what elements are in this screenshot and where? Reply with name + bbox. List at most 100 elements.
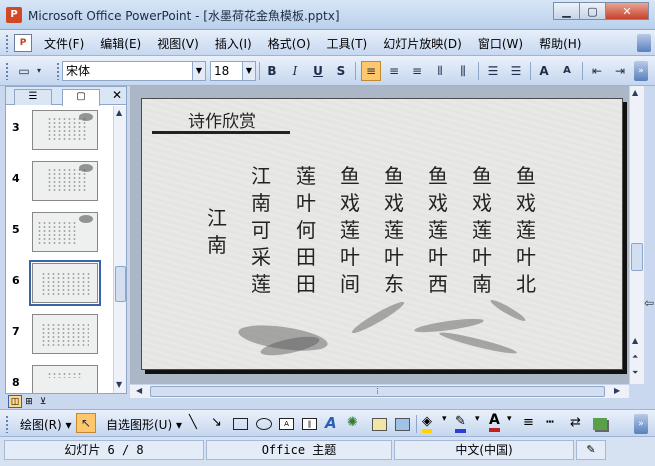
toolbar-options-chevron[interactable]: » xyxy=(634,414,648,434)
slides-tab-icon[interactable]: ▢ xyxy=(62,89,100,106)
slide-preview[interactable] xyxy=(32,110,98,150)
language-status[interactable]: 中文(中国) xyxy=(394,440,574,460)
slide-preview[interactable] xyxy=(32,365,98,393)
maximize-button[interactable]: ▢ xyxy=(579,2,606,20)
normal-view-icon[interactable]: ◫ xyxy=(8,395,22,408)
vertical-textbox-icon[interactable]: ‖ xyxy=(302,418,317,430)
current-slide[interactable]: 诗作欣赏 江南 江南可采莲 莲叶何田田 鱼戏莲叶间 鱼戏莲叶东 鱼戏莲叶西 鱼戏… xyxy=(141,98,623,370)
slide-preview[interactable] xyxy=(32,161,98,201)
toolbar-options-chevron[interactable]: » xyxy=(634,61,648,81)
decrease-font-button[interactable]: A xyxy=(557,61,577,81)
poem-column[interactable]: 鱼戏莲叶西 xyxy=(426,163,450,298)
poem-column[interactable]: 鱼戏莲叶间 xyxy=(338,163,362,298)
poem-title[interactable]: 江南 xyxy=(205,205,229,259)
poem-column[interactable]: 莲叶何田田 xyxy=(294,163,318,298)
previous-slide-icon[interactable]: ⏶ xyxy=(632,352,638,362)
increase-indent-icon[interactable]: ⇥ xyxy=(610,61,630,81)
align-right-icon[interactable]: ≡ xyxy=(407,61,427,81)
scroll-down-icon[interactable]: ▼ xyxy=(116,380,122,389)
bold-button[interactable]: B xyxy=(262,61,282,81)
toolbar-gripper-2[interactable] xyxy=(56,62,60,80)
scroll-up-icon[interactable]: ▲ xyxy=(632,336,638,345)
bullets-icon[interactable]: ☰ xyxy=(506,61,526,81)
poem-column[interactable]: 江南可采莲 xyxy=(249,163,273,298)
menu-window[interactable]: 窗口(W) xyxy=(478,35,523,52)
editor-vertical-scrollbar[interactable]: ▲ ▲ ⏶ ⏷ xyxy=(629,86,644,384)
font-color-icon[interactable]: A xyxy=(489,412,500,432)
slide-thumbnail[interactable]: 5 xyxy=(6,210,112,256)
pane-resize-icon[interactable]: ⇦ xyxy=(644,296,654,310)
theme-status[interactable]: Office 主题 xyxy=(206,440,392,460)
font-size-combo[interactable]: 18 ▼ xyxy=(210,61,256,81)
picture-icon[interactable] xyxy=(395,418,410,431)
toolbar-gripper[interactable] xyxy=(5,62,9,80)
rectangle-icon[interactable] xyxy=(233,418,248,430)
scroll-up-icon[interactable]: ▲ xyxy=(632,88,638,97)
numbering-icon[interactable]: ☰ xyxy=(483,61,503,81)
slide-sorter-icon[interactable]: ⊞ xyxy=(22,395,36,408)
menu-file[interactable]: 文件(F) xyxy=(44,35,84,52)
scroll-left-icon[interactable]: ◀ xyxy=(136,386,142,395)
menu-format[interactable]: 格式(O) xyxy=(268,35,311,52)
underline-button[interactable]: U xyxy=(308,61,328,81)
shadow-style-icon[interactable] xyxy=(593,418,607,430)
oval-icon[interactable] xyxy=(256,418,272,430)
slide-preview[interactable] xyxy=(32,314,98,354)
document-icon[interactable]: P xyxy=(14,34,32,52)
outline-tab-icon[interactable]: ☰ xyxy=(14,89,52,105)
wordart-icon[interactable]: A xyxy=(325,414,337,432)
line-icon[interactable]: ╲ xyxy=(189,415,197,430)
line-color-icon[interactable]: ✎ xyxy=(455,414,466,433)
toolbar-gripper[interactable] xyxy=(5,415,9,433)
slideshow-icon[interactable]: ⊻ xyxy=(36,395,50,408)
dash-style-icon[interactable]: ┅ xyxy=(546,415,554,430)
chevron-down-icon[interactable]: ▾ xyxy=(442,414,447,424)
chevron-down-icon[interactable]: ▼ xyxy=(242,62,255,80)
menu-help[interactable]: 帮助(H) xyxy=(539,35,581,52)
scrollbar-thumb[interactable] xyxy=(631,243,643,271)
slide-thumbnail[interactable]: 7 xyxy=(6,312,112,358)
menu-edit[interactable]: 编辑(E) xyxy=(100,35,141,52)
slide-thumbnail[interactable]: 8 xyxy=(6,363,112,393)
chevron-down-icon[interactable]: ▾ xyxy=(507,414,512,424)
poem-column[interactable]: 鱼戏莲叶北 xyxy=(514,163,538,298)
scrollbar-thumb[interactable]: ⋮ xyxy=(150,386,605,397)
close-icon[interactable]: ✕ xyxy=(112,88,122,102)
spellcheck-icon[interactable]: ✎ xyxy=(576,440,606,460)
shadow-button[interactable]: S xyxy=(331,61,351,81)
slide-preview[interactable] xyxy=(32,212,98,252)
align-left-icon[interactable]: ≡ xyxy=(361,61,381,81)
slide-heading[interactable]: 诗作欣赏 xyxy=(188,107,256,132)
align-center-icon[interactable]: ≡ xyxy=(384,61,404,81)
new-dropdown-chevron-icon[interactable]: ▾ xyxy=(34,61,44,81)
chevron-down-icon[interactable]: ▼ xyxy=(192,62,205,80)
slide-preview[interactable] xyxy=(29,260,101,306)
next-slide-icon[interactable]: ⏷ xyxy=(632,368,638,378)
decrease-indent-icon[interactable]: ⇤ xyxy=(587,61,607,81)
menu-tools[interactable]: 工具(T) xyxy=(327,35,368,52)
poem-column[interactable]: 鱼戏莲叶东 xyxy=(382,163,406,298)
slide-thumbnail[interactable]: 4 xyxy=(6,159,112,205)
distributed-icon[interactable]: ⫴ xyxy=(430,61,450,81)
new-document-icon[interactable]: ▭ xyxy=(14,61,34,81)
slide-thumbnail[interactable]: 3 xyxy=(6,108,112,154)
poem-column[interactable]: 鱼戏莲叶南 xyxy=(470,163,494,298)
scroll-up-icon[interactable]: ▲ xyxy=(116,108,122,117)
arrow-icon[interactable]: ↘ xyxy=(211,415,222,430)
increase-font-button[interactable]: A xyxy=(534,61,554,81)
toolbar-options-chevron[interactable] xyxy=(637,34,651,52)
menu-slideshow[interactable]: 幻灯片放映(D) xyxy=(383,35,462,52)
text-direction-icon[interactable]: ⫼ xyxy=(453,61,473,81)
italic-button[interactable]: I xyxy=(285,61,305,81)
editor-horizontal-scrollbar[interactable]: ◀ ⋮ ▶ xyxy=(130,384,629,398)
textbox-icon[interactable]: A xyxy=(279,418,294,430)
font-name-combo[interactable]: 宋体 ▼ xyxy=(62,61,206,81)
diagram-icon[interactable]: ✺ xyxy=(347,415,358,430)
slide-thumbnail[interactable]: 6 xyxy=(6,260,112,307)
chevron-down-icon[interactable]: ▾ xyxy=(475,414,480,424)
powerpoint-icon[interactable]: P xyxy=(6,7,22,23)
arrow-style-icon[interactable]: ⇄ xyxy=(570,415,581,430)
scroll-right-icon[interactable]: ▶ xyxy=(614,386,620,395)
minimize-button[interactable]: ▁ xyxy=(553,2,580,20)
thumbnails-scrollbar[interactable]: ▲ ▼ xyxy=(113,106,126,393)
